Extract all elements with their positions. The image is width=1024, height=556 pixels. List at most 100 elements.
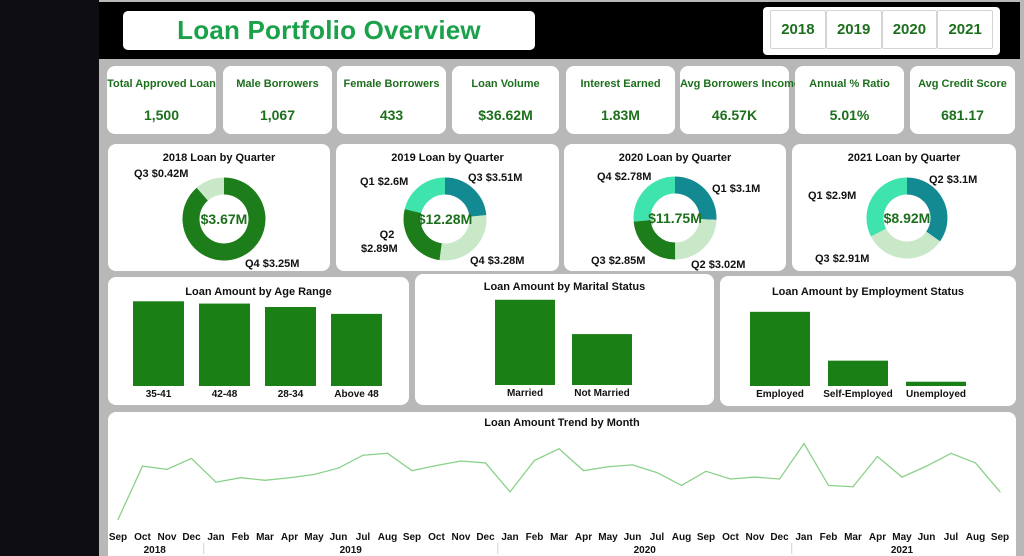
donut-label-q4: Q4 $3.25M: [245, 258, 299, 270]
x-tick-5: Feb: [232, 532, 250, 543]
x-tick-22: Jul: [650, 532, 665, 543]
trend-point-23: [680, 484, 683, 487]
page-title: Loan Portfolio Overview: [177, 15, 481, 45]
x-tick-21: Jun: [624, 532, 642, 543]
x-tick-23: Aug: [672, 532, 691, 543]
bar-label-employed: Employed: [756, 389, 804, 400]
x-tick-7: Apr: [281, 532, 298, 543]
x-tick-36: Sep: [991, 532, 1009, 543]
trend-point-0: [117, 518, 119, 521]
kpi-card-loan-volume: Loan Volume $36.62M: [452, 66, 559, 134]
kpi-value: 433: [379, 107, 404, 123]
trend-point-6: [264, 479, 266, 481]
donut-chart-2021: $8.92M Q1 $2.9M Q2 $3.1M Q3 $2.91M: [808, 174, 977, 265]
trend-point-36: [999, 491, 1001, 493]
kpi-value: 1.83M: [601, 107, 640, 123]
year-label-2021: 2021: [891, 545, 914, 556]
donut-center-value: $3.67M: [201, 211, 248, 227]
trend-point-2: [166, 468, 168, 470]
kpi-label: Avg Credit Score: [918, 78, 1007, 90]
year-slicer: 2018 2019 2020 2021: [763, 7, 1000, 55]
donut-card-2018: 2018 Loan by Quarter $3.67M Q3 $0.42M Q4 $…: [108, 144, 330, 271]
x-tick-30: Mar: [844, 532, 862, 543]
x-tick-1: Oct: [134, 532, 151, 543]
line-card-monthly-trend: Loan Amount Trend by Month Sep Oct Nov Dec J…: [108, 412, 1016, 556]
bar-self-employed: [828, 360, 888, 386]
year-button-2019[interactable]: 2019: [825, 10, 882, 49]
bar-chart-employment-status: Employed Self-Employed Unemployed: [750, 311, 966, 400]
donut-label-q4: Q4 $2.78M: [597, 171, 651, 183]
kpi-label: Total Approved Loan: [107, 78, 216, 90]
donut-center-value: $11.75M: [648, 210, 702, 226]
trend-point-3: [190, 457, 193, 460]
x-tick-28: Jan: [795, 532, 812, 543]
kpi-label: Avg Borrowers Income: [680, 78, 801, 90]
x-tick-29: Feb: [820, 532, 838, 543]
trend-point-15: [484, 462, 487, 464]
x-tick-14: Nov: [452, 532, 471, 543]
trend-point-5: [239, 477, 242, 479]
year-button-2020[interactable]: 2020: [881, 10, 938, 49]
donut-chart-2020: $11.75M Q1 $3.1M Q2 $3.02M Q3 $2.85M Q4 $2.7…: [591, 171, 760, 271]
year-label-2020: 2020: [634, 545, 657, 556]
trend-point-27: [778, 478, 781, 480]
x-tick-18: Mar: [550, 532, 568, 543]
header-bar: Loan Portfolio Overview 2018 2019 2020 2…: [99, 2, 1020, 59]
bar-employed: [750, 311, 810, 386]
donut-label-q3: Q3 $2.91M: [815, 253, 869, 265]
year-button-2018[interactable]: 2018: [770, 10, 826, 49]
year-button-2021[interactable]: 2021: [937, 10, 993, 49]
donut-center-value: $8.92M: [884, 210, 931, 226]
bar-label-unemployed: Unemployed: [906, 389, 966, 400]
bar-42-48: [199, 303, 250, 386]
donut-slice-q3: [870, 228, 941, 259]
donut-slice-q3: [196, 177, 225, 201]
trend-point-9: [337, 467, 340, 469]
kpi-label: Male Borrowers: [236, 78, 319, 90]
donut-label-q3: Q3 $3.51M: [468, 172, 522, 184]
kpi-card-female-borrowers: Female Borrowers 433: [337, 66, 446, 134]
donut-card-2021: 2021 Loan by Quarter $8.92M Q1 $2.9M Q2 $3…: [792, 144, 1016, 271]
trend-point-25: [729, 478, 732, 480]
x-tick-25: Oct: [722, 532, 739, 543]
kpi-label: Female Borrowers: [343, 78, 440, 90]
x-tick-31: Apr: [869, 532, 886, 543]
x-tick-12: Sep: [403, 532, 421, 543]
x-tick-35: Aug: [966, 532, 985, 543]
trend-point-1: [141, 465, 144, 467]
donut-card-2020: 2020 Loan by Quarter $11.75M Q1 $3.1M Q2 $…: [564, 144, 786, 271]
bar-label-35-41: 35-41: [146, 389, 172, 400]
x-tick-6: Mar: [256, 532, 274, 543]
kpi-card-annual-ratio: Annual % Ratio 5.01%: [795, 66, 904, 134]
trend-point-29: [827, 484, 830, 487]
x-tick-8: May: [304, 532, 324, 543]
trend-point-31: [876, 455, 879, 458]
trend-point-20: [607, 466, 609, 468]
bar-chart-marital-status: Married Not Married: [495, 299, 632, 399]
trend-point-21: [631, 464, 634, 466]
kpi-value: 681.17: [941, 107, 984, 123]
bar-label-above-48: Above 48: [334, 389, 379, 400]
trend-point-12: [411, 470, 413, 472]
donut-center-value: $12.28M: [418, 211, 472, 227]
donut-label-q2: Q2 $3.1M: [929, 174, 977, 186]
bar-label-married: Married: [507, 388, 543, 399]
x-tick-16: Jan: [501, 532, 518, 543]
bar-label-self-employed: Self-Employed: [823, 389, 892, 400]
donut-card-2019: 2019 Loan by Quarter $12.28M Q1 $2.6M Q2 $2…: [336, 144, 559, 271]
trend-point-22: [656, 471, 658, 474]
trend-point-16: [509, 491, 511, 493]
donut-label-q2-value: $2.89M: [361, 243, 398, 255]
bar-married: [495, 299, 555, 385]
kpi-card-total-approved-loan: Total Approved Loan 1,500: [107, 66, 216, 134]
x-tick-4: Jan: [207, 532, 224, 543]
year-label-2018: 2018: [144, 545, 167, 556]
trend-point-13: [435, 464, 438, 467]
bar-unemployed: [906, 381, 966, 386]
x-tick-3: Dec: [182, 532, 201, 543]
trend-point-28: [803, 443, 805, 445]
x-tick-26: Nov: [746, 532, 765, 543]
trend-point-14: [460, 460, 462, 462]
kpi-value: 1,067: [259, 107, 296, 123]
trend-point-17: [533, 459, 536, 461]
